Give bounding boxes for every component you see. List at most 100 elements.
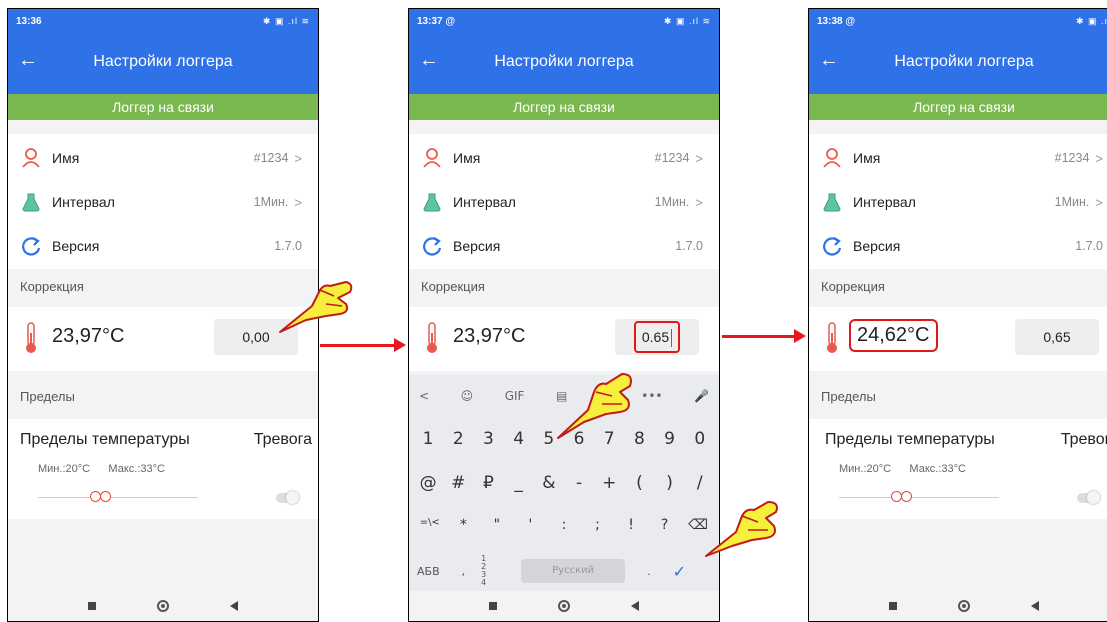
interval-row[interactable]: Интервал 1Мин. >: [8, 180, 318, 224]
recents-icon[interactable]: [889, 602, 898, 610]
alarm-toggle[interactable]: [1077, 491, 1100, 504]
interval-row[interactable]: Интервал 1Мин. >: [409, 180, 719, 224]
logger-info-card: Имя #1234 > Интервал 1Мин. > Версия 1.7.…: [409, 134, 719, 269]
correction-input[interactable]: 0.65: [615, 319, 699, 355]
version-label: Версия: [453, 238, 501, 254]
slider-max-knob[interactable]: [901, 491, 912, 502]
name-value: #1234: [253, 151, 289, 165]
keyboard-bottom-row: АБВ , 1 2 3 4 Русский . ✓: [409, 555, 719, 587]
version-row: Версия 1.7.0: [8, 224, 318, 268]
version-value: 1.7.0: [675, 239, 703, 253]
correction-input-value: 0.65: [641, 329, 670, 345]
name-value: #1234: [1054, 151, 1090, 165]
home-icon[interactable]: [156, 600, 169, 612]
key-exclaim[interactable]: !: [618, 517, 644, 533]
key-3[interactable]: 3: [475, 429, 501, 449]
name-row[interactable]: Имя #1234 >: [409, 136, 719, 180]
key-dquote[interactable]: ": [484, 517, 510, 533]
interval-value: 1Мин.: [654, 195, 690, 209]
thermometer-icon: [827, 322, 837, 353]
status-icons: ✱ ▣ .ıl: [1075, 15, 1107, 26]
back-nav-icon[interactable]: [1030, 601, 1039, 611]
correction-input[interactable]: 0,65: [1015, 319, 1099, 355]
key-ruble[interactable]: ₽: [475, 473, 501, 493]
key-lparen[interactable]: (: [626, 473, 652, 493]
more-icon[interactable]: •••: [641, 389, 662, 403]
range-slider-track[interactable]: [38, 497, 198, 498]
kbd-collapse-icon[interactable]: <: [419, 389, 429, 403]
page-title: Настройки логгера: [93, 53, 233, 70]
key-1[interactable]: 1: [415, 429, 441, 449]
key-numpad[interactable]: 1 2 3 4: [481, 555, 495, 587]
home-icon[interactable]: [957, 600, 970, 612]
chevron-right-icon: >: [294, 194, 302, 210]
home-icon[interactable]: [557, 600, 570, 612]
key-underscore[interactable]: _: [506, 473, 532, 493]
key-abc[interactable]: АБВ: [417, 565, 440, 578]
status-bar: 13:37 @ ✱ ▣ .ıl ≋: [409, 9, 719, 33]
symbols-row-2: =\< * " ' : ; ! ? ⌫: [409, 517, 719, 533]
slider-max-knob[interactable]: [100, 491, 111, 502]
range-slider-track[interactable]: [839, 497, 999, 498]
min-max-labels: Мин.:20°C Макс.:33°C: [38, 463, 165, 475]
correction-section-title: Коррекция: [421, 279, 485, 294]
key-dot[interactable]: .: [647, 565, 651, 578]
key-more-symbols[interactable]: =\<: [417, 517, 443, 533]
correction-section-title: Коррекция: [821, 279, 885, 294]
recents-icon[interactable]: [88, 602, 97, 610]
interval-label: Интервал: [853, 194, 916, 210]
status-bar: 13:38 @ ✱ ▣ .ıl: [809, 9, 1107, 33]
version-row: Версия 1.7.0: [409, 224, 719, 268]
interval-label: Интервал: [453, 194, 516, 210]
temp-limits-label: Пределы температуры: [20, 431, 190, 448]
key-4[interactable]: 4: [506, 429, 532, 449]
pointing-hand-icon: [557, 373, 632, 439]
mic-icon[interactable]: 🎤: [694, 389, 709, 403]
name-row[interactable]: Имя #1234 >: [809, 136, 1107, 180]
key-semicolon[interactable]: ;: [585, 517, 611, 533]
key-9[interactable]: 9: [657, 429, 683, 449]
correction-card: 23,97°C 0,00: [8, 307, 318, 371]
system-nav-bar: [809, 591, 1107, 621]
done-checkmark-icon[interactable]: ✓: [673, 562, 686, 581]
key-squote[interactable]: ': [517, 517, 543, 533]
gif-icon[interactable]: GIF: [505, 389, 525, 403]
temperature-value: 23,97°C: [453, 325, 526, 347]
key-asterisk[interactable]: *: [450, 517, 476, 533]
space-key[interactable]: Русский: [521, 559, 626, 583]
temperature-value: 23,97°C: [52, 325, 125, 347]
page-title: Настройки логгера: [894, 53, 1034, 70]
recents-icon[interactable]: [489, 602, 498, 610]
key-2[interactable]: 2: [445, 429, 471, 449]
emoji-icon[interactable]: ☺: [461, 389, 474, 403]
key-plus[interactable]: +: [596, 473, 622, 493]
limits-section-title: Пределы: [821, 389, 876, 404]
symbols-row: @ # ₽ _ & - + ( ) /: [409, 473, 719, 493]
interval-row[interactable]: Интервал 1Мин. >: [809, 180, 1107, 224]
key-ampersand[interactable]: &: [536, 473, 562, 493]
limits-card: Пределы температуры Тревога Мин.:20°C Ма…: [809, 419, 1107, 519]
version-value: 1.7.0: [274, 239, 302, 253]
alarm-toggle[interactable]: [276, 491, 299, 504]
min-max-labels: Мин.:20°C Макс.:33°C: [839, 463, 966, 475]
person-icon: [421, 147, 443, 169]
name-label: Имя: [52, 150, 80, 166]
flow-arrow-1: [320, 338, 406, 352]
key-rparen[interactable]: ): [657, 473, 683, 493]
name-row[interactable]: Имя #1234 >: [8, 136, 318, 180]
back-nav-icon[interactable]: [229, 601, 238, 611]
version-label: Версия: [853, 238, 901, 254]
key-slash[interactable]: /: [687, 473, 713, 493]
key-minus[interactable]: -: [566, 473, 592, 493]
back-nav-icon[interactable]: [630, 601, 639, 611]
key-at[interactable]: @: [415, 473, 441, 493]
limits-section-title: Пределы: [20, 389, 75, 404]
max-label: Макс.:33°C: [108, 463, 165, 475]
key-comma[interactable]: ,: [462, 565, 466, 578]
correction-card: 23,97°C 0.65: [409, 307, 719, 371]
interval-label: Интервал: [52, 194, 115, 210]
key-colon[interactable]: :: [551, 517, 577, 533]
key-question[interactable]: ?: [652, 517, 678, 533]
key-0[interactable]: 0: [687, 429, 713, 449]
key-hash[interactable]: #: [445, 473, 471, 493]
